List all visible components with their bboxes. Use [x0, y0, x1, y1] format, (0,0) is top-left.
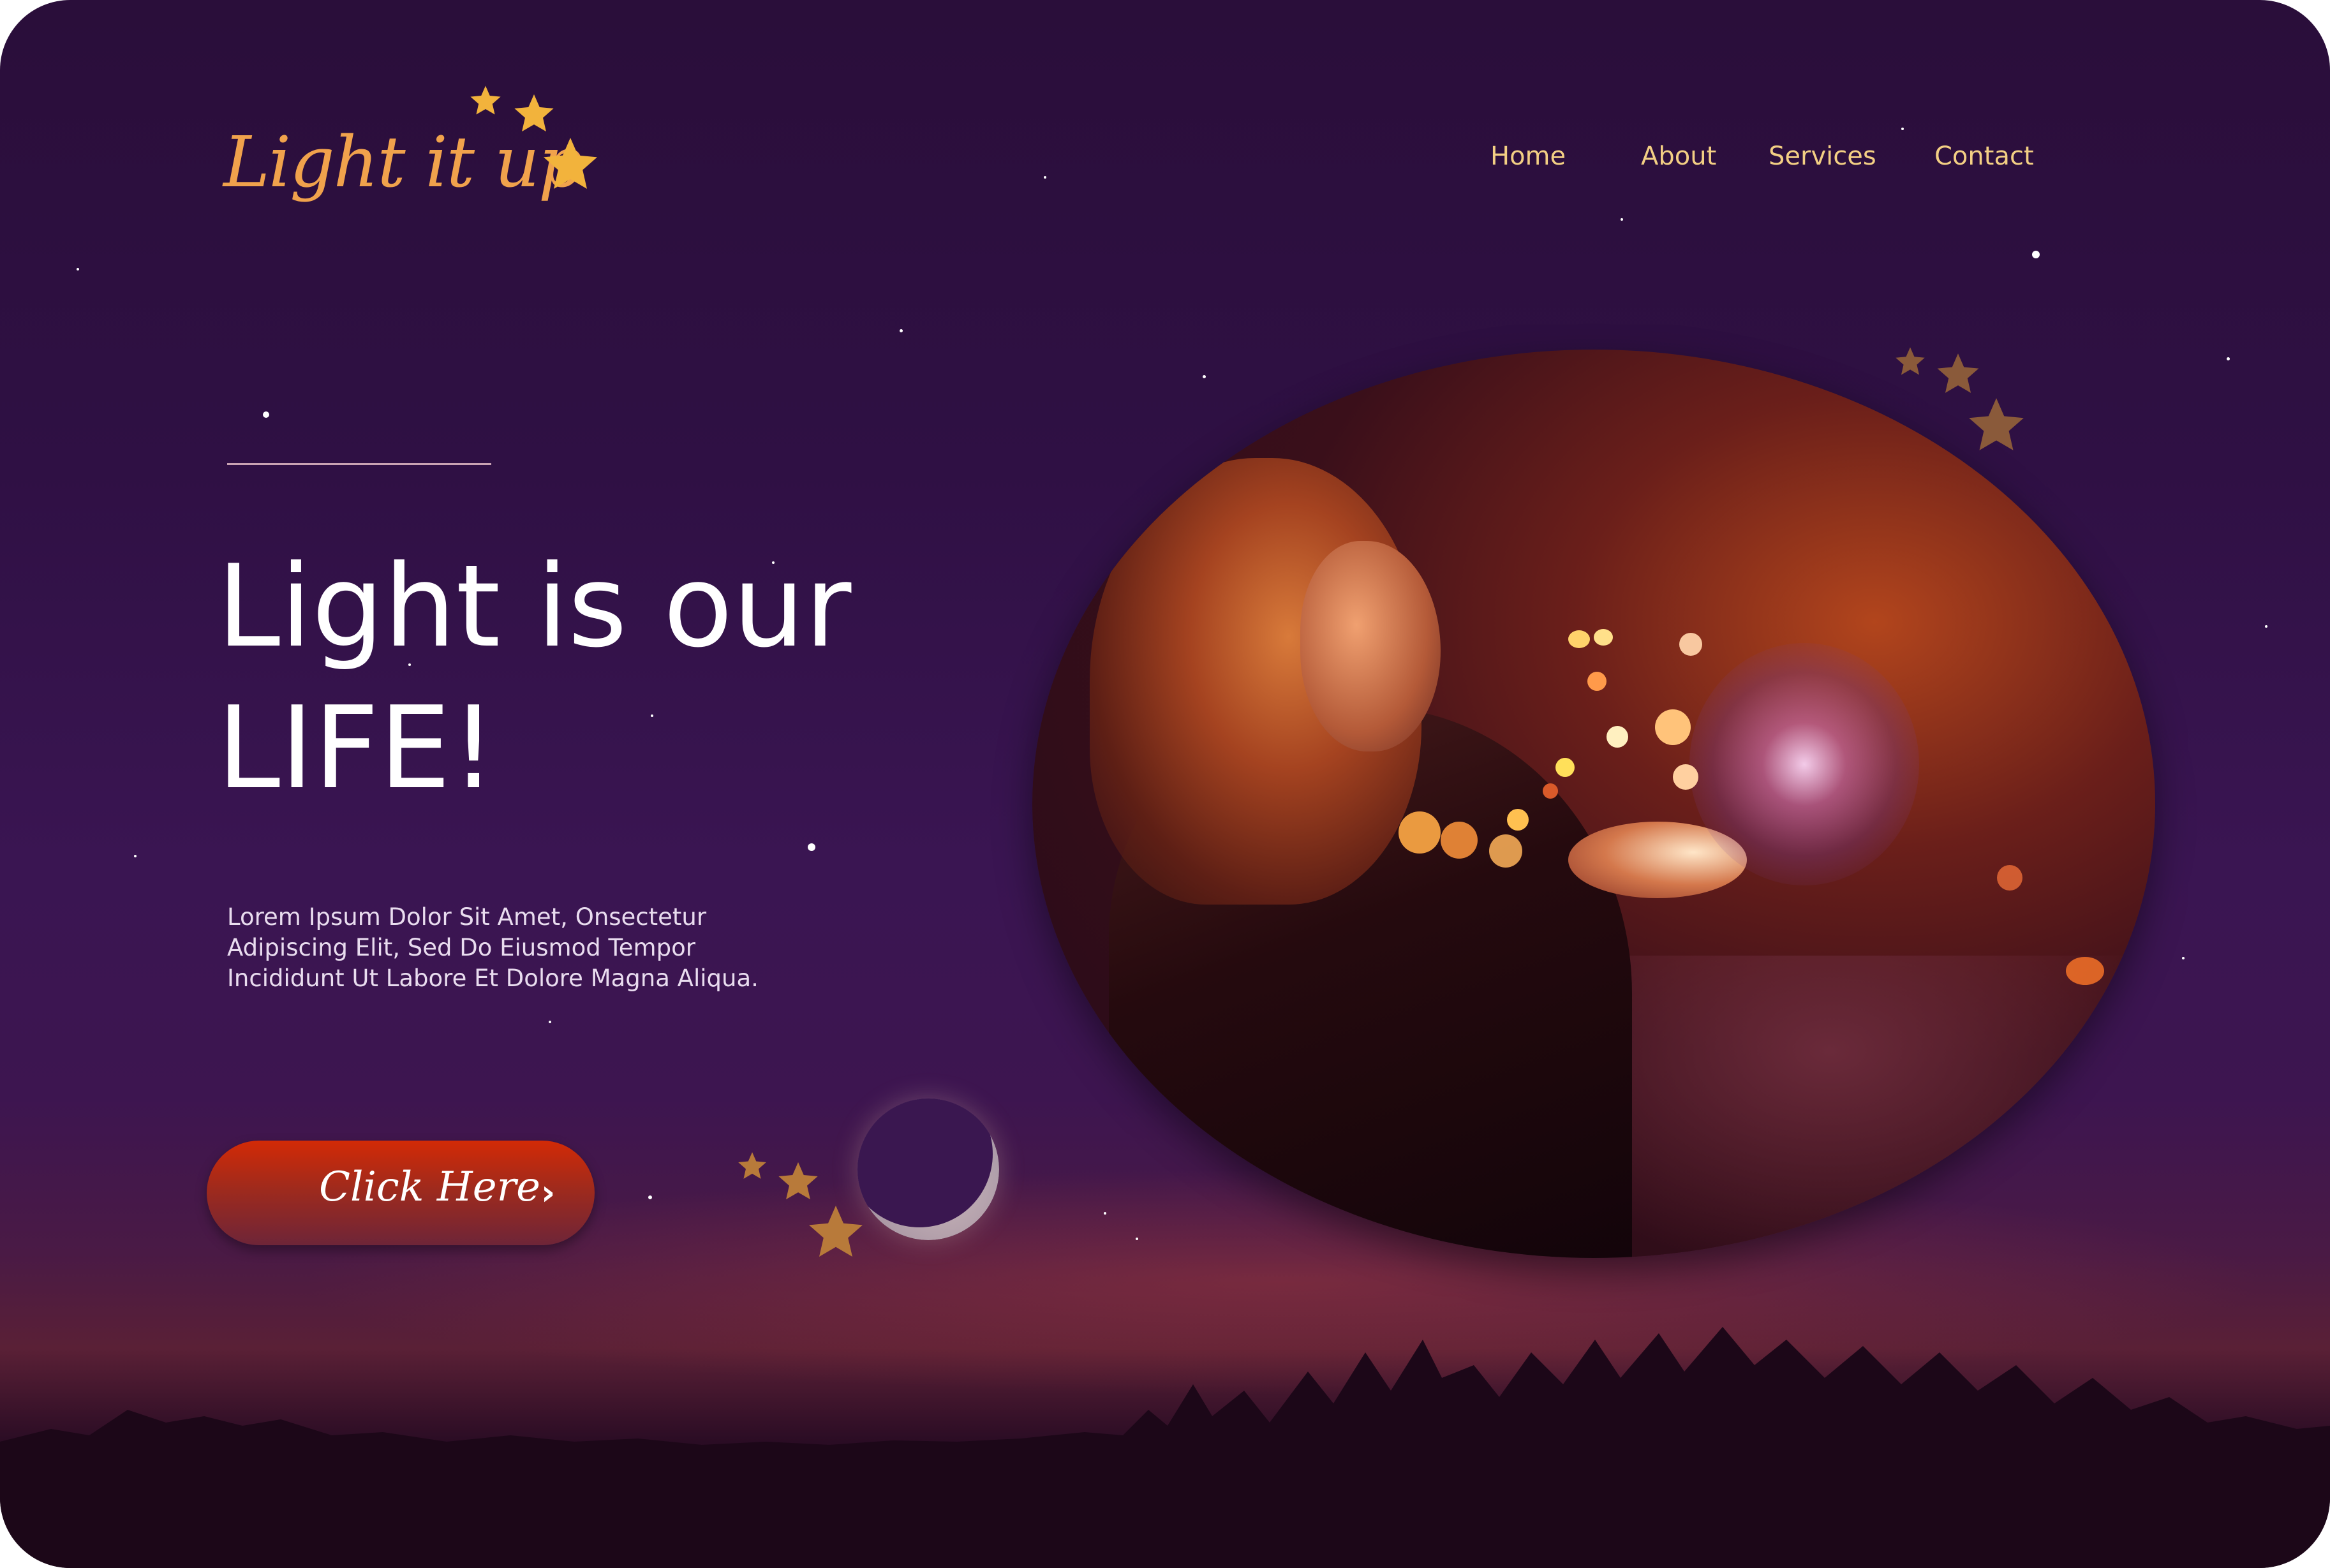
crescent-moon: [857, 1098, 999, 1240]
star-icon: [1896, 347, 1925, 375]
star-icon: [738, 1152, 766, 1179]
hero-photo: [1032, 350, 2155, 1258]
nav-home[interactable]: Home: [1490, 142, 1566, 171]
star-icon: [809, 1206, 863, 1257]
star-icon: [1969, 398, 2024, 450]
description-line-1: Lorem Ipsum Dolor Sit Amet, Onsectetur: [227, 903, 707, 931]
star-icon: [1937, 353, 1979, 393]
description-line-2: Adipiscing Elit, Sed Do Eiusmod Tempor: [227, 934, 695, 961]
landing-page: Light it up Home About Services Contact …: [0, 0, 2330, 1568]
hero-headline: Light is our LIFE!: [217, 536, 983, 819]
cta-label: Click Here: [319, 1164, 541, 1211]
accent-divider: [227, 463, 491, 465]
star-icon: [470, 85, 501, 115]
headline-line-1: Light is our: [217, 540, 852, 672]
hero-description: Lorem Ipsum Dolor Sit Amet, Onsectetur A…: [227, 902, 865, 994]
star-icon: [778, 1162, 818, 1200]
star-icon: [514, 94, 554, 132]
nav-about[interactable]: About: [1641, 142, 1716, 171]
click-here-button[interactable]: Click Here ›: [207, 1141, 595, 1245]
nav-contact[interactable]: Contact: [1934, 142, 2034, 171]
star-icon: [544, 138, 597, 189]
chevron-right-icon: ›: [541, 1172, 556, 1213]
description-line-3: Incididunt Ut Labore Et Dolore Magna Ali…: [227, 965, 759, 992]
nav-services[interactable]: Services: [1769, 142, 1876, 171]
tree-silhouette: [0, 1327, 2330, 1568]
headline-line-2: LIFE!: [217, 682, 496, 814]
